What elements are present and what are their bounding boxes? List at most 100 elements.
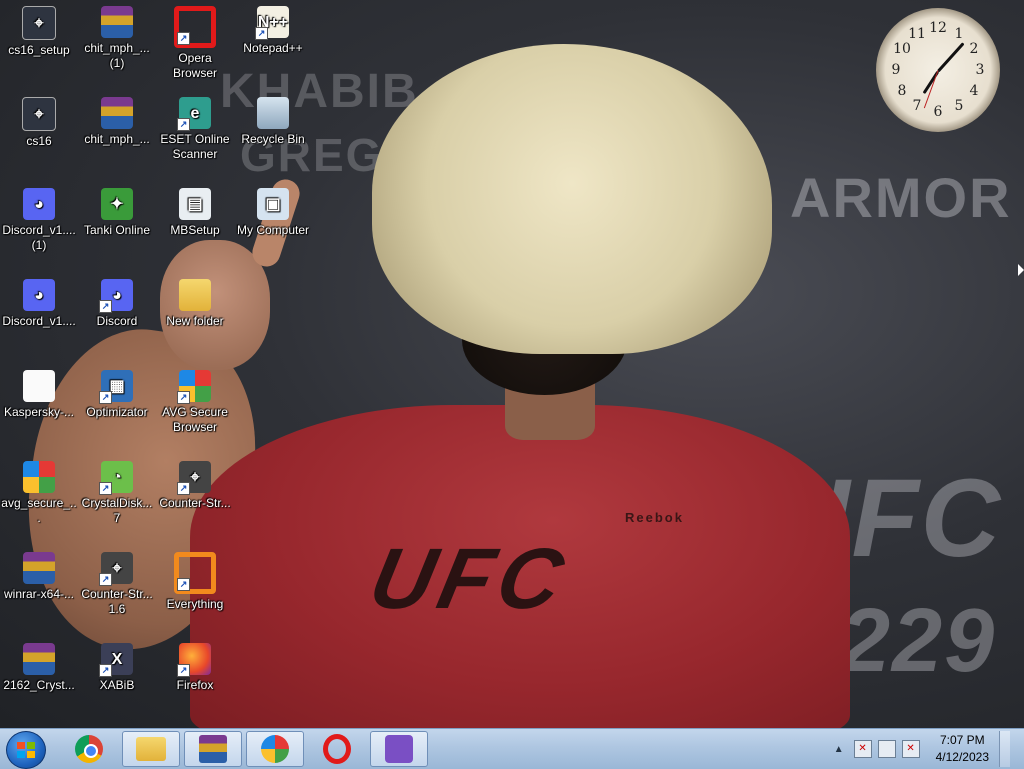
action-center-flag-icon[interactable]: ✕ bbox=[853, 740, 872, 758]
start-button[interactable] bbox=[6, 731, 46, 769]
taskbar-button-visual-studio-installer[interactable] bbox=[370, 731, 428, 767]
desktop-icon-chit-mph[interactable]: chit_mph_... bbox=[78, 97, 156, 147]
desktop-icon-new-folder[interactable]: New folder bbox=[156, 279, 234, 329]
desktop-icon-notepad-plus-plus[interactable]: N++ ↗ Notepad++ bbox=[234, 6, 312, 56]
shortcut-arrow-icon: ↗ bbox=[99, 391, 112, 404]
windows-logo-icon bbox=[17, 742, 35, 758]
desktop-icon-kaspersky[interactable]: Kaspersky-... bbox=[0, 370, 78, 420]
shortcut-arrow-icon: ↗ bbox=[177, 118, 190, 131]
clock-number-4: 4 bbox=[969, 83, 979, 99]
show-hidden-icons-chevron-icon[interactable]: ▲ bbox=[834, 744, 844, 755]
clock-number-1: 1 bbox=[954, 26, 964, 42]
clock-number-8: 8 bbox=[897, 83, 907, 99]
counter-strike-icon: ⌖ bbox=[22, 97, 56, 131]
desktop-icon-discord-v1-1[interactable]: ◕ Discord_v1.... (1) bbox=[0, 188, 78, 253]
desktop-icon-label: Counter-Str... bbox=[159, 496, 231, 510]
desktop-icon-my-computer[interactable]: ▣ My Computer bbox=[234, 188, 312, 238]
discord-icon: ◕ bbox=[23, 188, 55, 220]
clock-number-9: 9 bbox=[891, 62, 901, 78]
clock-number-12: 12 bbox=[929, 20, 947, 36]
desktop-icon-label: winrar-x64-... bbox=[3, 587, 74, 601]
winrar-installer-icon bbox=[23, 552, 55, 584]
desktop-icon-label: Recycle Bin bbox=[241, 132, 305, 146]
file-icon bbox=[23, 370, 55, 402]
taskbar-button-opera[interactable] bbox=[308, 731, 366, 767]
desktop-icon-label: chit_mph_... bbox=[84, 132, 150, 146]
desktop-icon-label: CrystalDisk... 7 bbox=[81, 496, 153, 525]
desktop-icon-label: Counter-Str... 1.6 bbox=[81, 587, 153, 616]
show-desktop-button[interactable] bbox=[999, 731, 1010, 767]
computer-icon: ▣ bbox=[257, 188, 289, 220]
desktop-icon-counter-strike[interactable]: ⌖ ↗ Counter-Str... bbox=[156, 461, 234, 511]
desktop-icon-chit-mph-1[interactable]: chit_mph_... (1) bbox=[78, 6, 156, 71]
notepad-plus-plus-icon: N++ ↗ bbox=[255, 6, 289, 40]
desktop-icon-label: 2162_Cryst... bbox=[3, 678, 75, 692]
taskbar-clock[interactable]: 7:07 PM 4/12/2023 bbox=[936, 732, 989, 766]
opera-icon bbox=[323, 734, 351, 764]
desktop-icon-label: Kaspersky-... bbox=[3, 405, 75, 419]
clock-minute-hand bbox=[936, 42, 965, 73]
counter-strike-icon: ⌖ ↗ bbox=[177, 461, 211, 495]
clock-gadget[interactable]: 12 1 2 3 4 5 6 7 8 9 10 11 bbox=[876, 8, 1000, 132]
winrar-archive-icon bbox=[101, 6, 133, 38]
taskbar-time: 7:07 PM bbox=[939, 733, 985, 747]
taskbar-button-chrome[interactable] bbox=[60, 731, 118, 767]
avg-browser-icon bbox=[261, 735, 289, 763]
desktop-icon-discord-v1[interactable]: ◕ Discord_v1.... bbox=[0, 279, 78, 329]
desktop-icon-cs16-setup[interactable]: ⌖ cs16_setup bbox=[0, 6, 78, 58]
wallpaper-shirt-brand: Reebok bbox=[625, 510, 684, 525]
shortcut-arrow-icon: ↗ bbox=[177, 391, 190, 404]
desktop-icon-eset-online-scanner[interactable]: e ↗ ESET Online Scanner bbox=[156, 97, 234, 162]
desktop-icon-label: XABiB bbox=[99, 678, 135, 692]
winrar-icon bbox=[199, 735, 227, 763]
tanki-online-icon: ✦ bbox=[101, 188, 133, 220]
desktop-icon-label: My Computer bbox=[236, 223, 310, 237]
desktop-icon-recycle-bin[interactable]: Recycle Bin bbox=[234, 97, 312, 147]
desktop-icon-label: Tanki Online bbox=[83, 223, 151, 237]
desktop-icon-label: Discord_v1.... bbox=[2, 314, 76, 328]
clock-number-5: 5 bbox=[954, 98, 964, 114]
everything-search-icon: ↗ bbox=[174, 552, 216, 594]
avg-installer-icon bbox=[23, 461, 55, 493]
optimizator-icon: ▦ ↗ bbox=[99, 370, 133, 404]
desktop-icon-counter-strike-16[interactable]: ⌖ ↗ Counter-Str... 1.6 bbox=[78, 552, 156, 617]
taskbar-button-avg-browser[interactable] bbox=[246, 731, 304, 767]
clock-number-2: 2 bbox=[969, 41, 979, 57]
firefox-icon: ↗ bbox=[177, 643, 211, 677]
shortcut-arrow-icon: ↗ bbox=[99, 664, 112, 677]
desktop-icon-label: Optimizator bbox=[86, 405, 148, 419]
avg-browser-icon: ↗ bbox=[177, 370, 211, 404]
desktop-icon-label: ESET Online Scanner bbox=[160, 132, 230, 161]
counter-strike-icon: ⌖ ↗ bbox=[99, 552, 133, 586]
shortcut-arrow-icon: ↗ bbox=[99, 300, 112, 313]
volume-muted-icon[interactable]: ✕ bbox=[901, 740, 920, 758]
clock-number-3: 3 bbox=[975, 62, 985, 78]
desktop-icon-winrar-installer[interactable]: winrar-x64-... bbox=[0, 552, 78, 602]
shortcut-arrow-icon: ↗ bbox=[177, 664, 190, 677]
taskbar-button-explorer[interactable] bbox=[122, 731, 180, 767]
shortcut-arrow-icon: ↗ bbox=[177, 482, 190, 495]
desktop-icon-tanki-online[interactable]: ✦ Tanki Online bbox=[78, 188, 156, 238]
desktop-icon-avg-secure-browser[interactable]: ↗ AVG Secure Browser bbox=[156, 370, 234, 435]
desktop-icon-everything[interactable]: ↗ Everything bbox=[156, 552, 234, 612]
desktop-icon-crystaldisk[interactable]: ◔ ↗ CrystalDisk... 7 bbox=[78, 461, 156, 526]
desktop-icon-avg-secure-installer[interactable]: avg_secure_... bbox=[0, 461, 78, 526]
shortcut-arrow-icon: ↗ bbox=[177, 578, 190, 591]
desktop-icon-cs16[interactable]: ⌖ cs16 bbox=[0, 97, 78, 149]
wallpaper-papakha-hat bbox=[372, 44, 772, 354]
desktop-icon-discord[interactable]: ◕ ↗ Discord bbox=[78, 279, 156, 329]
desktop-icon-2162-cryst[interactable]: 2162_Cryst... bbox=[0, 643, 78, 693]
desktop-icon-label: Opera Browser bbox=[172, 51, 217, 80]
desktop-icon-xabib[interactable]: X ↗ XABiB bbox=[78, 643, 156, 693]
desktop-icon-firefox[interactable]: ↗ Firefox bbox=[156, 643, 234, 693]
discord-icon: ◕ ↗ bbox=[99, 279, 133, 313]
desktop-icon-label: New folder bbox=[166, 314, 224, 328]
taskbar-button-winrar[interactable] bbox=[184, 731, 242, 767]
winrar-archive-icon bbox=[23, 643, 55, 675]
desktop-icon-opera-browser[interactable]: ↗ Opera Browser bbox=[156, 6, 234, 81]
network-icon[interactable] bbox=[877, 740, 896, 758]
desktop-icon-optimizator[interactable]: ▦ ↗ Optimizator bbox=[78, 370, 156, 420]
desktop-icon-label: Everything bbox=[166, 597, 224, 611]
desktop-icon-mbsetup[interactable]: ▤ MBSetup bbox=[156, 188, 234, 238]
taskbar-date: 4/12/2023 bbox=[935, 750, 989, 764]
